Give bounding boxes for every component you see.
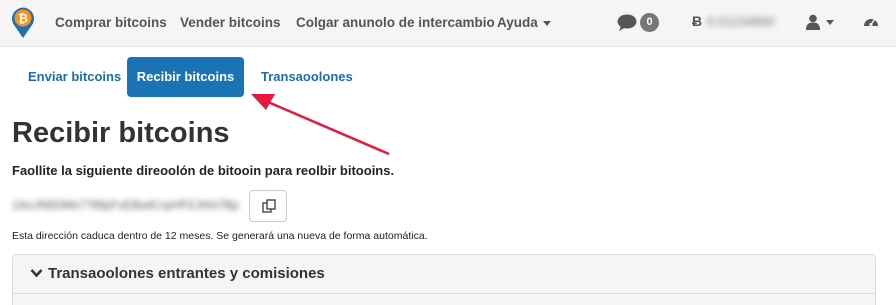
annotation-arrow xyxy=(251,94,390,156)
